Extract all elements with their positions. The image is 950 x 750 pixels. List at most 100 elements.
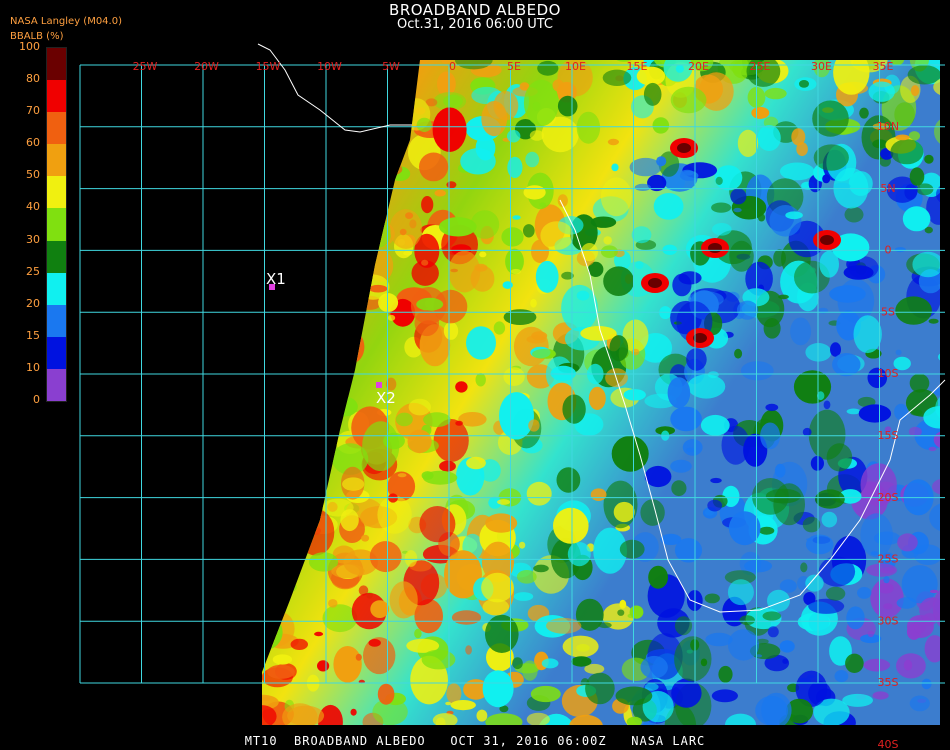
albedo-patch xyxy=(403,251,412,256)
albedo-patch xyxy=(532,101,541,111)
albedo-patch xyxy=(314,207,333,230)
albedo-patch xyxy=(516,570,537,584)
albedo-patch xyxy=(529,130,545,141)
albedo-patch xyxy=(609,335,629,362)
albedo-patch xyxy=(435,717,446,725)
albedo-patch xyxy=(262,504,279,520)
albedo-patch xyxy=(423,412,451,428)
albedo-patch xyxy=(309,412,334,433)
albedo-patch xyxy=(507,156,523,178)
latitude-label: 5N xyxy=(880,182,895,195)
albedo-patch xyxy=(262,230,281,246)
albedo-patch xyxy=(421,196,434,214)
albedo-patch xyxy=(581,243,598,262)
albedo-patch xyxy=(275,242,288,260)
albedo-patch xyxy=(790,317,812,346)
albedo-patch xyxy=(656,156,667,167)
albedo-patch xyxy=(833,60,870,95)
albedo-patch xyxy=(377,683,395,705)
albedo-patch xyxy=(530,685,561,703)
albedo-patch xyxy=(465,645,472,655)
albedo-patch xyxy=(502,281,513,289)
albedo-patch xyxy=(485,614,519,654)
albedo-patch xyxy=(368,639,381,647)
albedo-patch xyxy=(761,53,771,60)
albedo-patch xyxy=(421,259,429,266)
albedo-patch xyxy=(751,106,770,119)
longitude-label: 30E xyxy=(811,60,832,73)
albedo-patch xyxy=(397,473,407,478)
albedo-patch xyxy=(867,630,875,638)
albedo-patch xyxy=(262,696,271,701)
albedo-patch xyxy=(324,72,346,100)
albedo-patch xyxy=(611,163,619,172)
albedo-patch xyxy=(378,293,399,313)
albedo-patch xyxy=(736,300,759,320)
albedo-patch xyxy=(340,509,359,532)
albedo-patch xyxy=(308,374,334,391)
albedo-patch xyxy=(350,708,357,716)
albedo-patch xyxy=(895,349,902,356)
albedo-patch xyxy=(357,105,375,121)
albedo-patch xyxy=(617,609,625,616)
albedo-patch xyxy=(344,82,359,98)
albedo-patch xyxy=(744,559,773,573)
albedo-patch xyxy=(897,533,918,552)
longitude-label: 15W xyxy=(256,60,281,73)
albedo-patch xyxy=(640,655,668,679)
albedo-patch xyxy=(631,226,652,244)
albedo-patch xyxy=(434,189,446,197)
albedo-patch xyxy=(571,656,592,667)
albedo-patch xyxy=(404,550,418,567)
albedo-patch xyxy=(561,284,598,332)
albedo-patch xyxy=(336,78,370,98)
albedo-patch xyxy=(333,397,358,417)
albedo-patch xyxy=(883,576,890,584)
albedo-patch xyxy=(326,394,344,409)
albedo-patch xyxy=(493,91,519,121)
albedo-patch xyxy=(653,193,684,220)
albedo-patch xyxy=(455,420,463,426)
albedo-patch xyxy=(805,534,834,555)
albedo-patch xyxy=(314,631,324,637)
albedo-patch xyxy=(282,420,293,432)
albedo-patch xyxy=(297,141,310,147)
albedo-patch xyxy=(275,151,295,168)
albedo-patch xyxy=(408,398,431,416)
albedo-patch xyxy=(674,636,712,682)
albedo-patch xyxy=(443,94,463,108)
albedo-patch xyxy=(481,572,514,603)
albedo-patch xyxy=(528,419,540,432)
albedo-patch xyxy=(648,565,668,589)
albedo-patch xyxy=(305,182,329,199)
albedo-patch xyxy=(737,129,759,157)
albedo-patch xyxy=(291,230,317,251)
albedo-patch xyxy=(929,589,939,594)
albedo-patch xyxy=(667,377,691,409)
albedo-patch xyxy=(733,207,742,213)
albedo-patch xyxy=(727,629,760,661)
albedo-patch xyxy=(355,653,362,661)
albedo-patch xyxy=(562,394,586,424)
albedo-patch xyxy=(466,326,496,360)
albedo-patch xyxy=(858,404,892,423)
albedo-core xyxy=(708,243,722,253)
albedo-patch xyxy=(262,521,274,531)
albedo-patch xyxy=(670,86,707,114)
albedo-patch xyxy=(275,379,302,395)
albedo-patch xyxy=(270,135,292,152)
albedo-patch xyxy=(523,224,535,238)
albedo-patch xyxy=(779,640,795,653)
albedo-patch xyxy=(422,470,458,485)
latitude-label: 0 xyxy=(885,244,892,257)
albedo-patch xyxy=(567,542,591,567)
albedo-patch xyxy=(557,95,578,117)
albedo-patch xyxy=(518,541,526,549)
albedo-patch xyxy=(485,513,518,533)
albedo-patch xyxy=(497,499,511,505)
albedo-patch xyxy=(361,534,370,542)
albedo-patch xyxy=(670,406,702,432)
albedo-patch xyxy=(785,211,803,220)
albedo-patch xyxy=(499,392,534,440)
albedo-patch xyxy=(662,244,678,255)
